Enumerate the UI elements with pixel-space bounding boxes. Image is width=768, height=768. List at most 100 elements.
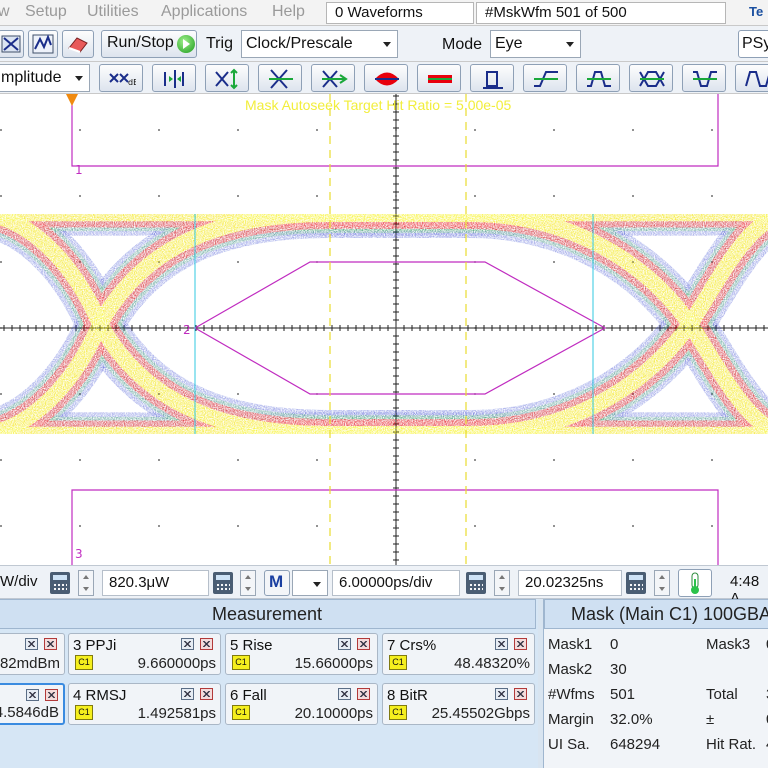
oscilloscope-window: w Setup Utilities Applications Help 0 Wa… <box>0 0 768 768</box>
measurement-cell[interactable]: 4.5846dB <box>0 683 65 725</box>
measurement-cell[interactable]: 7 Crs% C1 48.48320% <box>382 633 535 675</box>
menu-item-help[interactable]: Help <box>272 3 305 21</box>
measurement-value: 15.66000ps <box>294 655 373 672</box>
measurement-close-icon[interactable] <box>514 638 527 650</box>
horizontal-position-spinner[interactable] <box>654 570 670 596</box>
trigger-select-value: Clock/Prescale <box>246 35 353 52</box>
waveform-count: 0 Waveforms <box>326 2 474 24</box>
chevron-down-icon <box>313 582 321 587</box>
psync-button[interactable]: PSy <box>738 30 768 58</box>
mask-stat-label: Mask2 <box>548 661 593 678</box>
vertical-scale-unit: W/div <box>0 573 38 590</box>
measurement-stats-icon[interactable] <box>495 688 508 700</box>
jitter-button[interactable] <box>258 64 302 92</box>
measurement-value: 20.10000ps <box>294 705 373 722</box>
amplitude-spinner[interactable] <box>240 570 256 596</box>
measurement-close-icon[interactable] <box>45 689 58 701</box>
measurement-stats-icon[interactable] <box>338 688 351 700</box>
measurement-cell[interactable]: 6 Fall C1 20.10000ps <box>225 683 378 725</box>
measurement-value: 25.45502Gbps <box>431 705 530 722</box>
positive-pulse-button[interactable] <box>576 64 620 92</box>
mask-zoom-button[interactable] <box>311 64 355 92</box>
measurement-close-icon[interactable] <box>357 688 370 700</box>
measurement-value: 48.48320% <box>454 655 530 672</box>
menu-item-setup[interactable]: Setup <box>25 3 67 21</box>
red-flat-button[interactable] <box>417 64 461 92</box>
calculator-icon[interactable] <box>626 572 646 594</box>
menu-item-applications[interactable]: Applications <box>161 3 247 21</box>
measurement-stats-icon[interactable] <box>181 688 194 700</box>
mask-stat-value: 501 <box>610 686 636 703</box>
measurement-stats-icon[interactable] <box>495 638 508 650</box>
measurement-label: 7 Crs% <box>387 637 437 654</box>
mask-label-3: 3 <box>75 547 83 561</box>
horizontal-scale-field[interactable]: 6.00000ps/div <box>332 570 460 596</box>
mask-waveform-count: #MskWfm 501 of 500 <box>476 2 726 24</box>
eye-shape-button[interactable] <box>629 64 673 92</box>
menu-item-utilities[interactable]: Utilities <box>87 3 139 21</box>
measurement-stats-icon[interactable] <box>338 638 351 650</box>
scale-status-bar: W/div 820.3μW M 6.00000ps/div 20.02325ns… <box>0 565 768 607</box>
channel-badge: C1 <box>232 655 250 670</box>
wave-button[interactable] <box>735 64 768 92</box>
calculator-icon[interactable] <box>466 572 486 594</box>
pulse-q-button[interactable] <box>470 64 514 92</box>
measurement-stats-icon[interactable] <box>26 689 39 701</box>
measurement-value: 1.492581ps <box>137 705 216 722</box>
mask-label-2: 2 <box>183 323 191 337</box>
measurement-stats-icon[interactable] <box>181 638 194 650</box>
chevron-down-icon <box>566 42 574 47</box>
measurement-cell[interactable]: 5 Rise C1 15.66000ps <box>225 633 378 675</box>
measurement-close-icon[interactable] <box>514 688 527 700</box>
measurement-close-icon[interactable] <box>200 688 213 700</box>
mask-stat-label: #Wfms <box>548 686 595 703</box>
menu-item-view[interactable]: w <box>0 3 10 21</box>
waveform-display[interactable]: 1 2 3 Mask Autoseek Target Hit Ratio = 5… <box>0 94 768 565</box>
chevron-down-icon <box>75 76 83 81</box>
mask-stat-label: Hit Rat. <box>706 736 757 753</box>
mode-select[interactable]: Eye <box>490 30 581 58</box>
trigger-select[interactable]: Clock/Prescale <box>241 30 398 58</box>
trigger-position-marker[interactable] <box>66 94 78 106</box>
measurement-cell[interactable]: 82mdBm <box>0 633 65 675</box>
menu-bar: w Setup Utilities Applications Help 0 Wa… <box>0 0 768 26</box>
measurement-stats-icon[interactable] <box>25 638 38 650</box>
channel-badge: C1 <box>75 655 93 670</box>
measurement-close-icon[interactable] <box>357 638 370 650</box>
math-select[interactable] <box>292 570 328 596</box>
measurement-panel-title: Measurement <box>0 599 536 629</box>
measurement-type-value: mplitude <box>1 69 62 86</box>
brand-logo: Te <box>749 4 764 19</box>
horizontal-position-field[interactable]: 20.02325ns <box>518 570 622 596</box>
level-marker-button[interactable] <box>152 64 196 92</box>
vertical-scale-spinner[interactable] <box>78 570 94 596</box>
measurement-cell[interactable]: 4 RMSJ C1 1.492581ps <box>68 683 221 725</box>
mask-stat-label: Mask1 <box>548 636 593 653</box>
autoset-icon[interactable] <box>0 30 24 58</box>
measurement-type-select[interactable]: mplitude <box>0 64 90 92</box>
measurement-value: 9.660000ps <box>137 655 216 672</box>
horizontal-scale-spinner[interactable] <box>494 570 510 596</box>
negative-pulse-button[interactable] <box>682 64 726 92</box>
measurement-close-icon[interactable] <box>200 638 213 650</box>
eye-crossing-button[interactable] <box>205 64 249 92</box>
measurement-toolbar: mplitude dB <box>0 62 768 94</box>
signal-icon[interactable] <box>28 30 58 58</box>
measurement-cell[interactable]: 8 BitR C1 25.45502Gbps <box>382 683 535 725</box>
measurement-cell[interactable]: 3 PPJi C1 9.660000ps <box>68 633 221 675</box>
mask-stat-value: 30 <box>610 661 627 678</box>
rise-edge-button[interactable] <box>523 64 567 92</box>
run-stop-button[interactable]: Run/Stop <box>101 30 197 58</box>
math-button[interactable]: M <box>264 570 290 596</box>
amplitude-db-button[interactable]: dB <box>99 64 143 92</box>
calculator-icon[interactable] <box>50 572 70 594</box>
thermometer-icon[interactable] <box>678 569 712 597</box>
eye-trace-band <box>0 199 768 447</box>
red-eye-button[interactable] <box>364 64 408 92</box>
mask-stat-value: 32.0% <box>610 711 653 728</box>
measurement-close-icon[interactable] <box>44 638 57 650</box>
measurement-label: 5 Rise <box>230 637 273 654</box>
calculator-icon[interactable] <box>213 572 233 594</box>
eraser-icon[interactable] <box>62 30 94 58</box>
amplitude-field[interactable]: 820.3μW <box>102 570 209 596</box>
